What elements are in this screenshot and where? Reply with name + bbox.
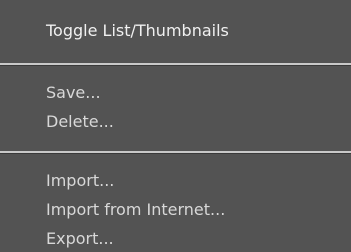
menu-item-export[interactable]: Export... [46,225,114,252]
menu-item-import[interactable]: Import... [46,167,114,195]
menu-item-toggle-list-thumbnails[interactable]: Toggle List/Thumbnails [46,17,229,45]
menu-separator [0,63,351,66]
context-menu: Toggle List/Thumbnails Save... Delete...… [0,0,351,252]
menu-item-import-from-internet[interactable]: Import from Internet... [46,196,225,224]
menu-item-save[interactable]: Save... [46,79,101,107]
menu-item-delete[interactable]: Delete... [46,108,114,136]
menu-separator [0,151,351,154]
